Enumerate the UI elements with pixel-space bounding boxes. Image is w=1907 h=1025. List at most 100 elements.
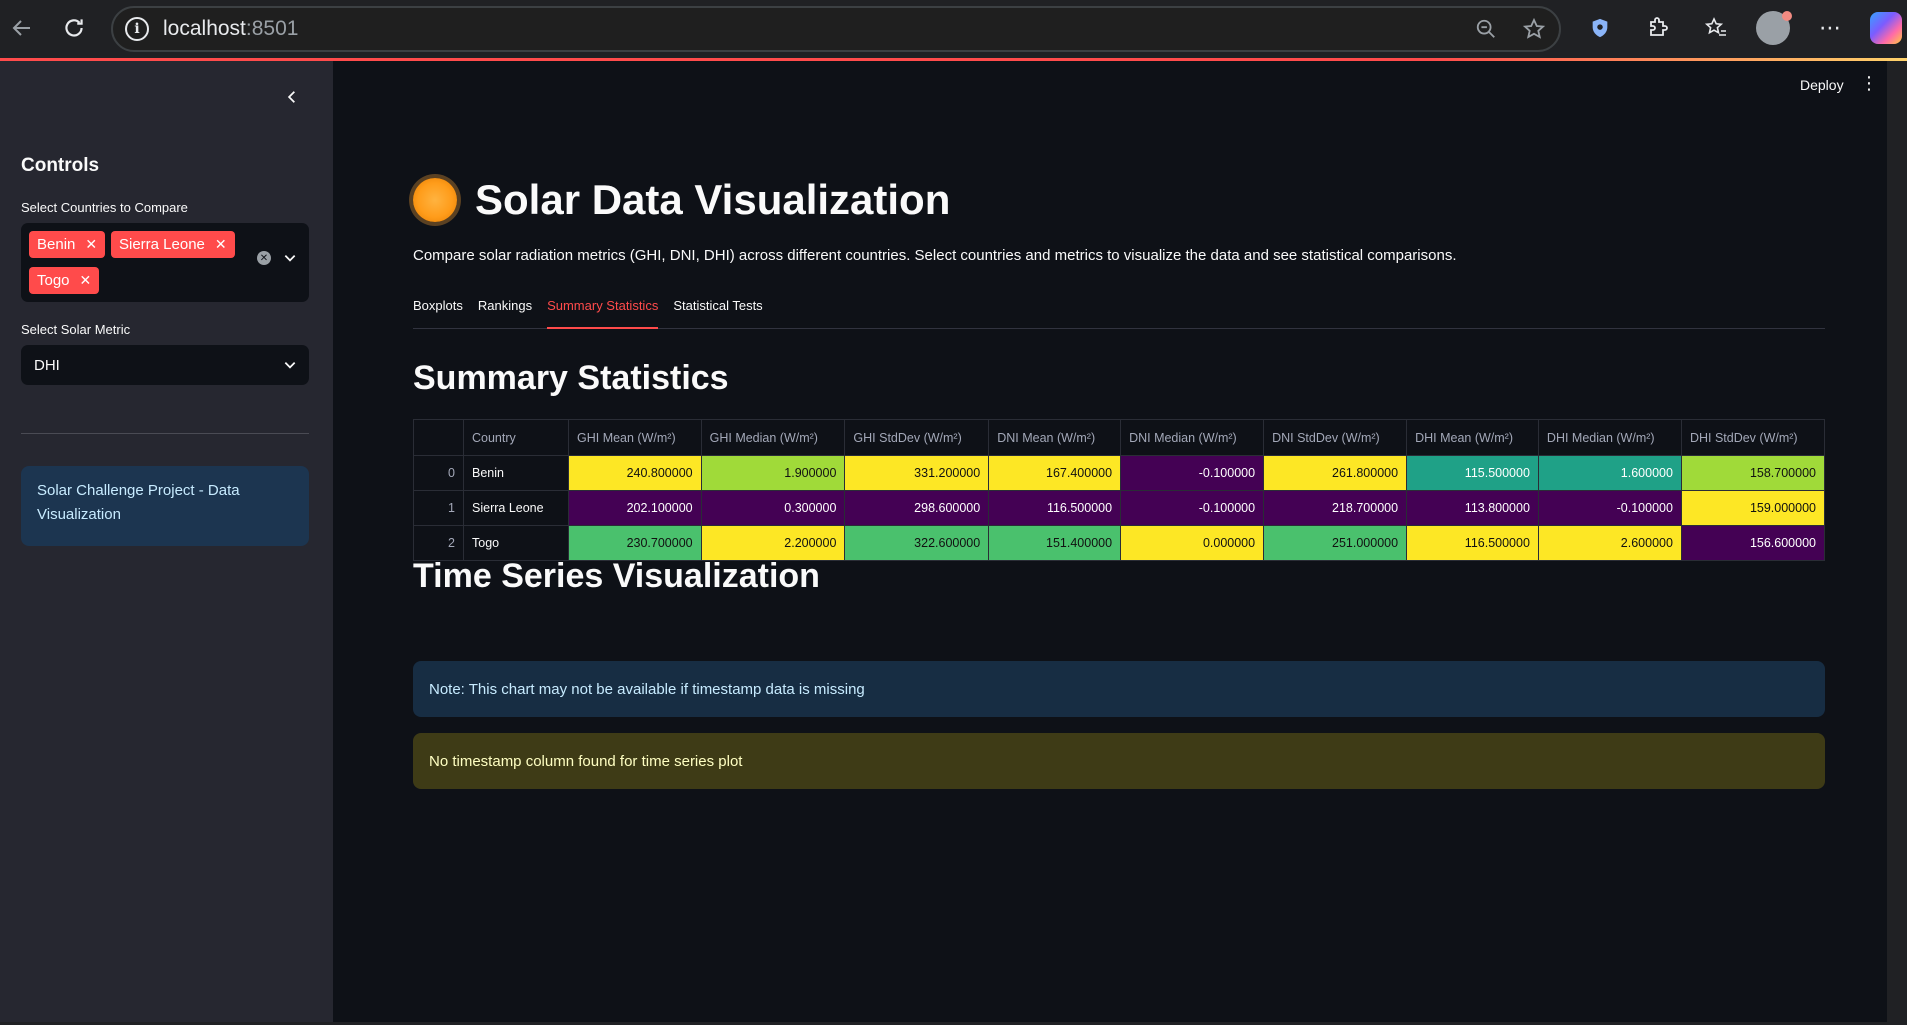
browser-toolbar: i localhost:8501 ⋯ [0, 0, 1907, 59]
sun-icon [413, 178, 457, 222]
table-row[interactable]: 1 Sierra Leone 202.100000 0.300000 298.60000… [413, 490, 1826, 526]
value-cell[interactable]: 331.200000 [844, 455, 990, 491]
column-header[interactable]: Country [463, 419, 569, 456]
value-cell[interactable]: 251.000000 [1263, 525, 1408, 561]
chevron-down-icon[interactable] [283, 251, 297, 268]
table-row[interactable]: 2 Togo 230.700000 2.200000 322.600000 151.400… [413, 525, 1826, 561]
remove-tag-icon[interactable]: ✕ [215, 236, 227, 253]
value-cell[interactable]: 0.300000 [700, 490, 846, 526]
value-cell[interactable]: 1.600000 [1537, 455, 1682, 491]
value-cell[interactable]: 159.000000 [1680, 490, 1826, 526]
column-header[interactable]: DHI Median (W/m²) [1537, 419, 1682, 456]
page-title: Solar Data Visualization [475, 176, 951, 223]
more-menu-icon[interactable]: ⋯ [1812, 10, 1848, 46]
tab-statistical-tests[interactable]: Statistical Tests [673, 292, 762, 329]
info-note: Note: This chart may not be available if… [413, 661, 1825, 717]
remove-tag-icon[interactable]: ✕ [85, 236, 97, 253]
countries-multiselect[interactable]: Benin ✕ Sierra Leone ✕ Togo ✕ ✕ [21, 223, 309, 302]
metric-label: Select Solar Metric [21, 322, 131, 337]
tab-boxplots[interactable]: Boxplots [413, 292, 463, 329]
value-cell[interactable]: 322.600000 [844, 525, 990, 561]
reload-icon[interactable] [56, 10, 92, 46]
value-cell[interactable]: 116.500000 [988, 490, 1122, 526]
project-info-box: Solar Challenge Project - Data Visualiza… [21, 466, 309, 546]
table-row[interactable]: 0 Benin 240.800000 1.900000 331.200000 167.40… [413, 455, 1826, 491]
row-index: 2 [413, 525, 464, 561]
value-cell[interactable]: 115.500000 [1406, 455, 1539, 491]
value-cell[interactable]: 240.800000 [568, 455, 702, 491]
value-cell[interactable]: 230.700000 [568, 525, 702, 561]
summary-heading: Summary Statistics [413, 359, 729, 397]
scrollbar[interactable] [1887, 61, 1907, 1022]
value-cell[interactable]: 261.800000 [1263, 455, 1408, 491]
tab-bar: Boxplots Rankings Summary Statistics Sta… [413, 292, 1825, 329]
site-info-icon[interactable]: i [125, 17, 149, 41]
value-cell[interactable]: 113.800000 [1406, 490, 1539, 526]
sidebar: Controls Select Countries to Compare Ben… [0, 61, 333, 1022]
remove-tag-icon[interactable]: ✕ [80, 272, 92, 289]
column-header[interactable]: GHI Mean (W/m²) [568, 419, 702, 456]
profile-avatar[interactable] [1756, 11, 1792, 45]
favorite-star-icon[interactable] [1519, 14, 1549, 44]
value-cell[interactable]: 218.700000 [1263, 490, 1408, 526]
favorites-icon[interactable] [1698, 10, 1734, 46]
clear-all-icon[interactable]: ✕ [257, 251, 271, 265]
value-cell[interactable]: 2.200000 [700, 525, 846, 561]
tag-label: Benin [37, 236, 76, 253]
url-port: :8501 [245, 17, 299, 40]
value-cell[interactable]: 0.000000 [1120, 525, 1265, 561]
value-cell[interactable]: 151.400000 [988, 525, 1122, 561]
country-tag-benin[interactable]: Benin ✕ [29, 231, 106, 258]
back-arrow-icon[interactable] [4, 10, 40, 46]
value-cell[interactable]: 116.500000 [1406, 525, 1539, 561]
row-index: 1 [413, 490, 464, 526]
column-header[interactable]: GHI StdDev (W/m²) [844, 419, 990, 456]
tag-label: Sierra Leone [119, 236, 205, 253]
value-cell[interactable]: 2.600000 [1537, 525, 1682, 561]
main-menu-icon[interactable]: ⋮ [1860, 73, 1878, 94]
country-tag-sierra-leone[interactable]: Sierra Leone ✕ [111, 231, 235, 258]
value-cell[interactable]: -0.100000 [1537, 490, 1682, 526]
metric-select-value: DHI [34, 356, 60, 374]
copilot-icon[interactable] [1870, 12, 1902, 44]
column-header[interactable]: DHI Mean (W/m²) [1406, 419, 1539, 456]
row-index: 0 [413, 455, 464, 491]
value-cell[interactable]: 1.900000 [700, 455, 846, 491]
country-tag-togo[interactable]: Togo ✕ [29, 267, 100, 294]
collapse-sidebar-icon[interactable] [280, 85, 304, 109]
value-cell[interactable]: 202.100000 [568, 490, 702, 526]
tab-rankings[interactable]: Rankings [478, 292, 532, 329]
column-header[interactable]: DNI Median (W/m²) [1120, 419, 1265, 456]
metric-select[interactable]: DHI [21, 345, 309, 385]
sidebar-title: Controls [21, 155, 100, 176]
value-cell[interactable]: -0.100000 [1120, 490, 1265, 526]
column-header[interactable] [413, 419, 464, 456]
country-cell[interactable]: Togo [463, 525, 569, 561]
warning-message: No timestamp column found for time serie… [413, 733, 1825, 789]
chevron-down-icon[interactable] [283, 358, 297, 375]
country-cell[interactable]: Benin [463, 455, 569, 491]
tab-summary-statistics[interactable]: Summary Statistics [547, 292, 659, 329]
zoom-icon[interactable] [1471, 14, 1501, 44]
value-cell[interactable]: 298.600000 [844, 490, 990, 526]
address-bar[interactable]: i localhost:8501 [111, 6, 1561, 52]
url-text: localhost:8501 [163, 17, 298, 41]
column-header[interactable]: DNI Mean (W/m²) [988, 419, 1122, 456]
value-cell[interactable]: 167.400000 [988, 455, 1122, 491]
url-host: localhost [163, 17, 246, 40]
table-header-row: Country GHI Mean (W/m²) GHI Median (W/m²… [413, 419, 1826, 456]
column-header[interactable]: DHI StdDev (W/m²) [1680, 419, 1826, 456]
value-cell[interactable]: -0.100000 [1120, 455, 1265, 491]
country-cell[interactable]: Sierra Leone [463, 490, 569, 526]
streamlit-app: Controls Select Countries to Compare Ben… [0, 61, 1887, 1022]
shield-extension-icon[interactable] [1582, 10, 1618, 46]
value-cell[interactable]: 158.700000 [1680, 455, 1826, 491]
deploy-button[interactable]: Deploy [1800, 77, 1844, 93]
sidebar-divider [21, 433, 309, 434]
column-header[interactable]: DNI StdDev (W/m²) [1263, 419, 1408, 456]
extensions-puzzle-icon[interactable] [1640, 10, 1676, 46]
summary-table[interactable]: Country GHI Mean (W/m²) GHI Median (W/m²… [413, 419, 1826, 561]
column-header[interactable]: GHI Median (W/m²) [700, 419, 846, 456]
value-cell[interactable]: 156.600000 [1680, 525, 1826, 561]
page-header: Solar Data Visualization [413, 176, 950, 224]
